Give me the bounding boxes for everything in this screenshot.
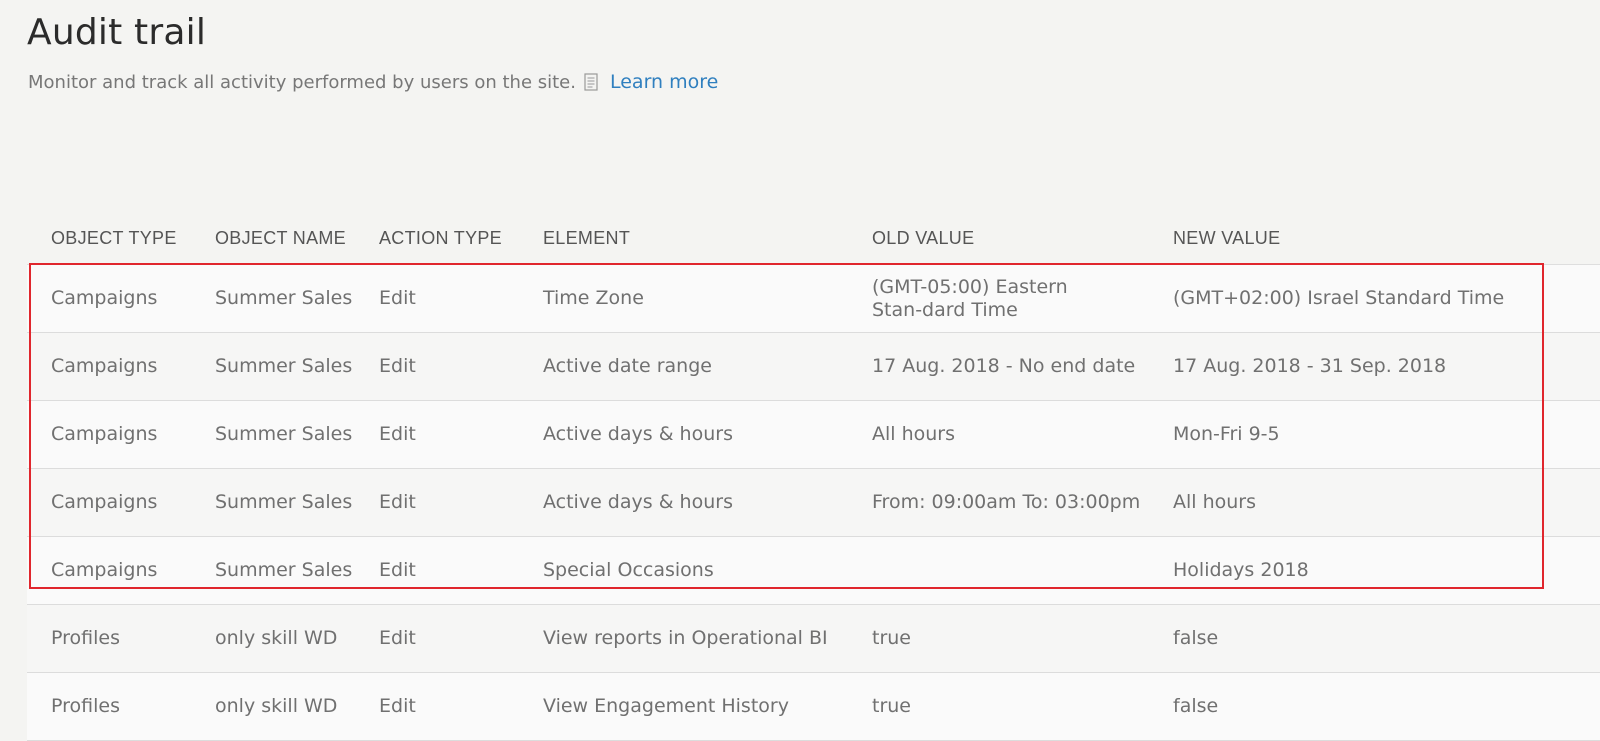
subtitle-text: Monitor and track all activity performed… [28, 71, 576, 93]
cell-new-value: (GMT+02:00) Israel Standard Time [1173, 287, 1505, 310]
cell-old-value: From: 09:00am To: 03:00pm [872, 491, 1141, 514]
cell-new-value: Holidays 2018 [1173, 559, 1309, 582]
cell-new-value: Mon-Fri 9-5 [1173, 423, 1280, 446]
cell-action-type: Edit [379, 423, 416, 446]
cell-element: Active date range [543, 355, 712, 378]
table-row[interactable]: Campaigns Summer Sales Edit Active days … [27, 401, 1600, 469]
cell-object-type: Campaigns [51, 559, 158, 582]
cell-action-type: Edit [379, 695, 416, 718]
cell-object-type: Campaigns [51, 287, 158, 310]
cell-object-name: Summer Sales [215, 491, 353, 514]
header-new-value[interactable]: NEW VALUE [1173, 228, 1600, 249]
table-row[interactable]: Profiles only skill WD Edit View reports… [27, 605, 1600, 673]
table-row[interactable]: Campaigns Summer Sales Edit Active days … [27, 469, 1600, 537]
cell-old-value: true [872, 695, 911, 718]
cell-new-value: false [1173, 627, 1219, 650]
cell-action-type: Edit [379, 355, 416, 378]
cell-action-type: Edit [379, 627, 416, 650]
cell-element: Special Occasions [543, 559, 714, 582]
cell-action-type: Edit [379, 491, 416, 514]
header-element[interactable]: ELEMENT [543, 228, 872, 249]
table-row[interactable]: Campaigns Summer Sales Edit Time Zone (G… [27, 265, 1600, 333]
cell-old-value: 17 Aug. 2018 - No end date [872, 355, 1136, 378]
audit-table: OBJECT TYPE OBJECT NAME ACTION TYPE ELEM… [27, 212, 1600, 741]
cell-old-value: All hours [872, 423, 956, 446]
document-icon [584, 73, 598, 91]
cell-object-type: Campaigns [51, 491, 158, 514]
cell-object-type: Campaigns [51, 355, 158, 378]
cell-element: Active days & hours [543, 491, 733, 514]
cell-element: Active days & hours [543, 423, 733, 446]
header-old-value[interactable]: OLD VALUE [872, 228, 1173, 249]
table-row[interactable]: Campaigns Summer Sales Edit Special Occa… [27, 537, 1600, 605]
cell-object-name: only skill WD [215, 695, 338, 718]
cell-element: View Engagement History [543, 695, 789, 718]
header-object-name[interactable]: OBJECT NAME [215, 228, 379, 249]
cell-object-type: Campaigns [51, 423, 158, 446]
page-title: Audit trail [27, 12, 207, 53]
header-object-type[interactable]: OBJECT TYPE [27, 228, 215, 249]
table-row[interactable]: Campaigns Summer Sales Edit Active date … [27, 333, 1600, 401]
page-subtitle: Monitor and track all activity performed… [28, 71, 718, 93]
table-header: OBJECT TYPE OBJECT NAME ACTION TYPE ELEM… [27, 212, 1600, 265]
cell-object-type: Profiles [51, 627, 120, 650]
cell-object-name: Summer Sales [215, 355, 353, 378]
header-action-type[interactable]: ACTION TYPE [379, 228, 543, 249]
cell-object-name: only skill WD [215, 627, 338, 650]
cell-element: Time Zone [543, 287, 644, 310]
cell-object-name: Summer Sales [215, 287, 353, 310]
cell-old-value: (GMT-05:00) Eastern Stan-dard Time [872, 275, 1068, 321]
cell-element: View reports in Operational BI [543, 627, 828, 650]
cell-object-name: Summer Sales [215, 559, 353, 582]
cell-action-type: Edit [379, 559, 416, 582]
cell-new-value: 17 Aug. 2018 - 31 Sep. 2018 [1173, 355, 1447, 378]
cell-new-value: All hours [1173, 491, 1257, 514]
learn-more-link[interactable]: Learn more [610, 71, 718, 93]
table-row[interactable]: Profiles only skill WD Edit View Engagem… [27, 673, 1600, 741]
cell-object-type: Profiles [51, 695, 120, 718]
cell-new-value: false [1173, 695, 1219, 718]
cell-object-name: Summer Sales [215, 423, 353, 446]
cell-action-type: Edit [379, 287, 416, 310]
cell-old-value: true [872, 627, 911, 650]
